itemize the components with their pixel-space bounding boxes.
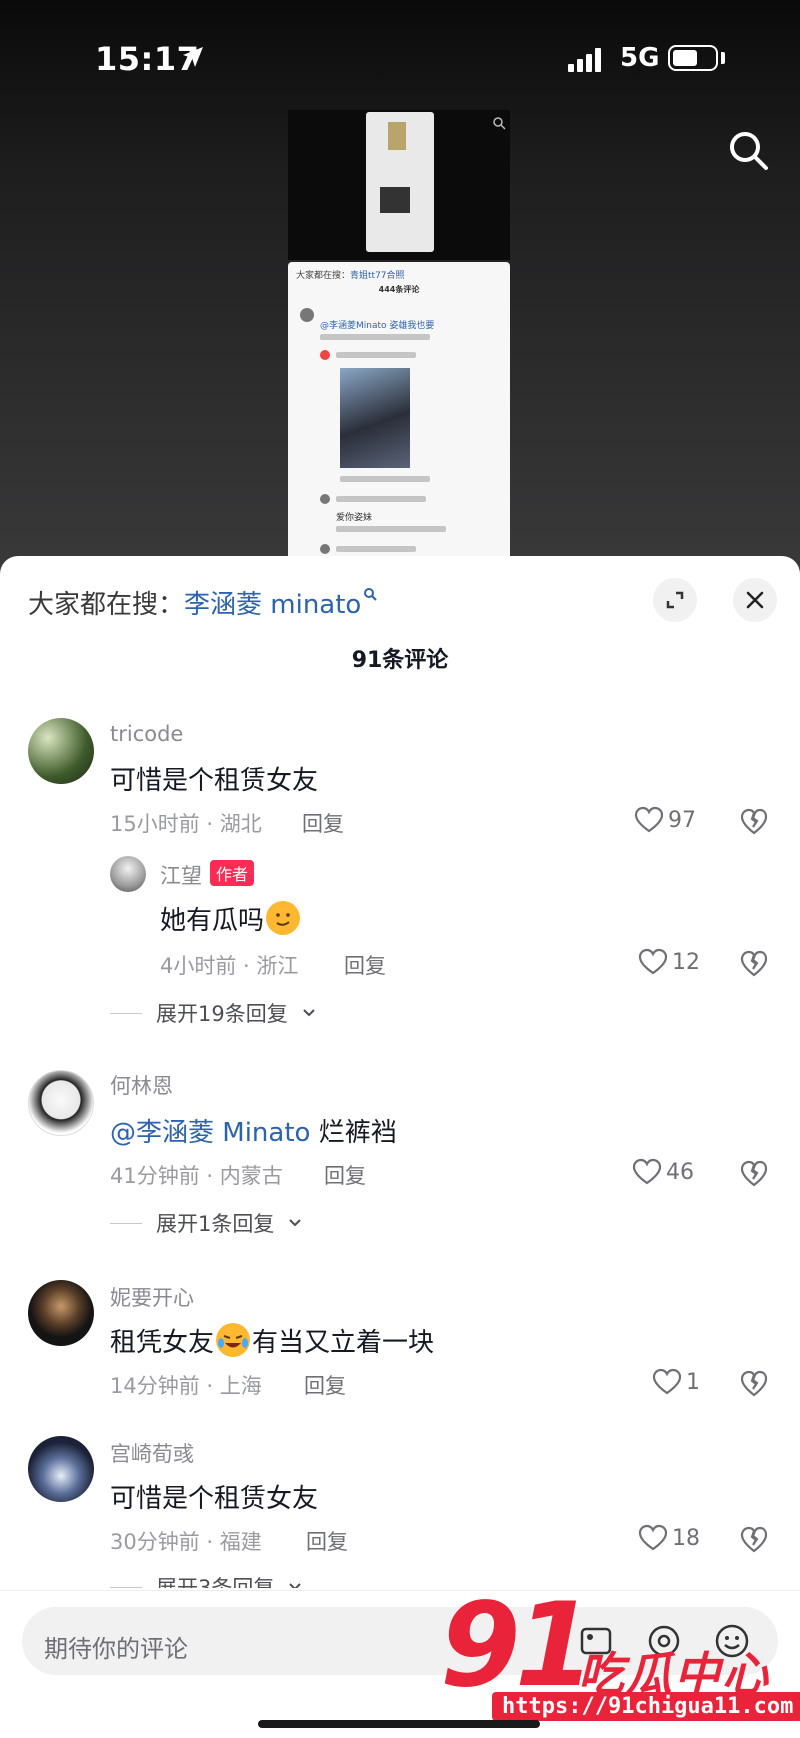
heart-icon [652, 1368, 682, 1395]
reply-button[interactable]: 回复 [306, 1526, 348, 1556]
chevron-down-icon [303, 1009, 315, 1017]
expand-replies-button[interactable]: 展开1条回复 [110, 1208, 302, 1238]
expand-button[interactable] [653, 578, 697, 622]
embedded-comment-screenshot: 大家都在搜：青姐tt77合照 444条评论 @李涵菱Minato 姿雄我也要 爱… [288, 262, 510, 562]
comment-username[interactable]: 妮要开心 [110, 1282, 194, 1312]
embedded-search-icon [493, 117, 506, 130]
watermark-number: 91 [440, 1578, 595, 1713]
comment-meta: 14分钟前 · 上海 [110, 1374, 262, 1398]
comment-item[interactable]: 宫崎荀彧 可惜是个租赁女友 30分钟前 · 福建 回复 18 展开3条回复 [0, 1428, 800, 1588]
heart-icon [638, 948, 668, 975]
like-button[interactable]: 97 [634, 806, 696, 834]
comment-text: @李涵菱 Minato 烂裤裆 [110, 1118, 397, 1148]
watermark-url: https://91chigua11.com [492, 1692, 800, 1721]
comment-username[interactable]: 江望 作者 [160, 860, 255, 890]
expand-replies-button[interactable]: 展开19条回复 [110, 998, 316, 1028]
search-hint[interactable]: 大家都在搜：李涵菱 minato [28, 584, 378, 621]
comment-meta: 4小时前 · 浙江 [160, 954, 299, 978]
smirk-emoji-icon [266, 901, 301, 935]
comment-meta: 41分钟前 · 内蒙古 [110, 1164, 283, 1188]
comment-username[interactable]: tricode [110, 722, 183, 746]
battery-cap [721, 52, 725, 64]
avatar[interactable] [28, 1436, 94, 1502]
embedded-mini-image [380, 187, 410, 213]
expand-replies-label: 展开19条回复 [156, 1002, 288, 1026]
broken-heart-icon[interactable] [740, 808, 768, 836]
comment-username[interactable]: 宫崎荀彧 [110, 1438, 194, 1468]
author-badge: 作者 [210, 860, 255, 886]
comment-text: 租凭女友 有当又立着一块 [110, 1322, 434, 1359]
sheet-header: 大家都在搜：李涵菱 minato 91条评论 [0, 556, 800, 676]
expand-replies-label: 展开1条回复 [156, 1212, 275, 1236]
broken-heart-icon[interactable] [740, 1526, 768, 1554]
embedded-hint: 大家都在搜：青姐tt77合照 [296, 271, 405, 281]
like-button[interactable]: 12 [638, 948, 700, 976]
like-button[interactable]: 1 [652, 1368, 700, 1396]
comment-item[interactable]: tricode 可惜是个租赁女友 15小时前 · 湖北 回复 97 [0, 708, 800, 858]
broken-heart-icon[interactable] [740, 950, 768, 978]
like-button[interactable]: 18 [638, 1524, 700, 1552]
comment-meta: 15小时前 · 湖北 [110, 812, 262, 836]
comment-count: 91条评论 [351, 648, 449, 673]
comment-meta: 30分钟前 · 福建 [110, 1530, 262, 1554]
embedded-phone-screen [366, 112, 434, 252]
close-button[interactable] [733, 578, 777, 622]
comment-text: 可惜是个租赁女友 [110, 1484, 319, 1514]
expand-replies-label: 展开3条回复 [156, 1576, 275, 1588]
site-watermark: 91 吃瓜中心 https://91chigua11.com [440, 1588, 800, 1738]
reply-button[interactable]: 回复 [324, 1160, 366, 1190]
like-count: 12 [672, 949, 700, 975]
embedded-cosplay-photo [340, 368, 410, 468]
heart-icon [632, 1158, 662, 1185]
crying-laugh-emoji-icon [216, 1323, 251, 1357]
status-bar: 15:17 5G [0, 0, 800, 120]
broken-heart-icon[interactable] [740, 1370, 768, 1398]
comment-item[interactable]: 妮要开心 租凭女友 有当又立着一块 14分钟前 · 上海 回复 1 [0, 1272, 800, 1422]
reply-button[interactable]: 回复 [344, 950, 386, 980]
embedded-reply-text: @李涵菱Minato 姿雄我也要 [320, 321, 435, 331]
embedded-avatar [300, 308, 314, 322]
reply-item[interactable]: 江望 作者 她有瓜吗 4小时前 · 浙江 回复 12 展开19条回复 [0, 852, 800, 1032]
embedded-mini-photo [388, 122, 406, 150]
chevron-down-icon [289, 1219, 302, 1227]
broken-heart-icon[interactable] [740, 1160, 768, 1188]
home-indicator[interactable] [258, 1720, 540, 1728]
battery-icon [668, 45, 718, 71]
avatar[interactable] [28, 1280, 94, 1346]
reply-button[interactable]: 回复 [304, 1370, 346, 1400]
mention-link[interactable]: @李涵菱 Minato [110, 1118, 310, 1148]
network-type: 5G [620, 43, 660, 73]
like-button[interactable]: 46 [632, 1158, 694, 1186]
hint-search-icon [364, 588, 378, 601]
location-arrow-icon [183, 47, 203, 67]
like-count: 1 [686, 1369, 700, 1395]
chevron-down-icon [289, 1583, 302, 1588]
search-icon[interactable] [726, 128, 770, 172]
comment-text: 可惜是个租赁女友 [110, 766, 319, 796]
like-count: 46 [666, 1159, 694, 1185]
search-hint-prefix: 大家都在搜： [28, 590, 185, 620]
embedded-reply2-text: 爱你姿妹 [336, 513, 373, 523]
avatar[interactable] [28, 718, 94, 784]
comment-item[interactable]: 何林恩 @李涵菱 Minato 烂裤裆 41分钟前 · 内蒙古 回复 46 展开… [0, 1060, 800, 1250]
like-count: 97 [668, 807, 696, 833]
search-hint-keyword[interactable]: 李涵菱 minato [184, 590, 361, 620]
avatar[interactable] [28, 1070, 94, 1136]
heart-icon [638, 1524, 668, 1551]
expand-icon [666, 591, 684, 609]
embedded-count: 444条评论 [378, 285, 420, 294]
signal-icon [568, 48, 608, 72]
like-count: 18 [672, 1525, 700, 1551]
close-icon [746, 591, 764, 609]
avatar[interactable] [110, 856, 146, 892]
heart-icon [634, 806, 664, 833]
comment-username[interactable]: 何林恩 [110, 1070, 173, 1100]
reply-button[interactable]: 回复 [302, 808, 344, 838]
expand-replies-button[interactable]: 展开3条回复 [110, 1572, 302, 1588]
comment-text: 她有瓜吗 [160, 900, 301, 937]
comment-input-placeholder: 期待你的评论 [44, 1635, 188, 1663]
